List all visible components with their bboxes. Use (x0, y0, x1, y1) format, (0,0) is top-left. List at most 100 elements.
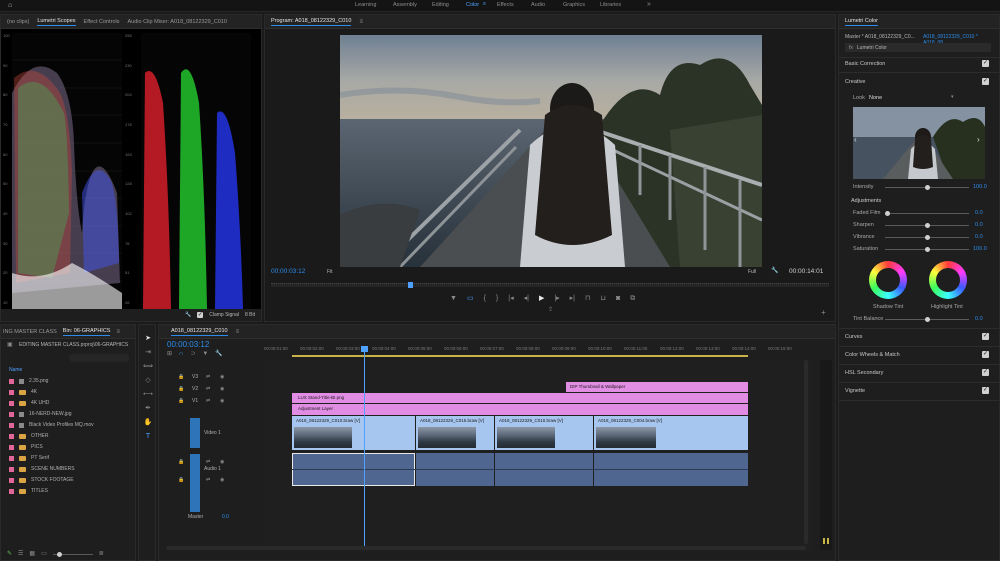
sync-lock-icon[interactable]: ⇄ (206, 459, 210, 465)
zoom-fit-select[interactable]: Fit (327, 269, 333, 275)
vibrance-slider[interactable] (885, 235, 969, 240)
lock-icon[interactable]: 🔒 (178, 477, 184, 483)
intensity-slider[interactable] (885, 185, 969, 190)
workspace-libraries[interactable]: Libraries (600, 2, 621, 8)
video-clip-3[interactable]: A018_08122329_C010.braw [V] (495, 416, 593, 450)
tab-program[interactable]: Program: A018_08122329_C010 (271, 18, 352, 26)
resolution-select[interactable]: Full (748, 269, 756, 275)
slider-knob[interactable] (925, 247, 930, 252)
export-frame-icon[interactable]: ◙ (616, 295, 620, 302)
program-current-timecode[interactable]: 00:00:03:12 (271, 268, 305, 275)
curves-checkbox[interactable]: ✓ (982, 333, 989, 340)
track-label[interactable]: V1 (192, 398, 198, 404)
list-item[interactable]: 2.35.png (9, 378, 48, 384)
slider-knob[interactable] (925, 223, 930, 228)
faded-film-value[interactable]: 0.0 (975, 210, 983, 216)
list-item[interactable]: PICS (9, 444, 43, 450)
go-to-out-icon[interactable]: ▸| (570, 295, 575, 302)
video-clip-2[interactable]: A018_08122329_C015.braw [V] (416, 416, 494, 450)
panel-menu-icon[interactable]: ≡ (236, 329, 240, 335)
list-item[interactable]: OTHER (9, 433, 49, 439)
panel-menu-icon[interactable]: ≡ (116, 329, 120, 335)
track-label[interactable]: V3 (192, 374, 198, 380)
chevron-down-icon[interactable]: ▾ (951, 95, 954, 100)
toggle-output-icon[interactable]: ◉ (220, 477, 224, 483)
list-item[interactable]: Black Video Profiles MQ.mov (9, 422, 94, 428)
v1-source-patch[interactable] (190, 418, 200, 448)
snap-icon[interactable]: ∩ (179, 351, 183, 357)
look-preview-thumbnail[interactable] (853, 107, 985, 179)
label-color-swatch[interactable] (9, 433, 14, 439)
title-clip-dip-thumbnail[interactable]: DIP Thumbnail & Wallpaper (566, 382, 748, 392)
label-color-swatch[interactable] (9, 411, 14, 417)
lock-icon[interactable]: 🔒 (178, 374, 184, 380)
saturation-value[interactable]: 100.0 (973, 246, 987, 252)
add-marker-icon[interactable]: ▼ (202, 351, 208, 357)
list-item[interactable]: SCENE NUMBERS (9, 466, 75, 472)
slider-knob[interactable] (56, 551, 62, 557)
clamp-signal-checkbox[interactable]: ✓ (197, 312, 204, 318)
name-column-header[interactable]: Name (9, 367, 22, 373)
slip-tool-icon[interactable]: ⟷ (143, 391, 153, 398)
list-item[interactable]: STOCK FOOTAGE (9, 477, 74, 483)
toggle-output-icon[interactable]: ◉ (220, 459, 224, 465)
step-forward-icon[interactable]: |▸ (554, 295, 559, 302)
tab-audio-clip-mixer[interactable]: Audio Clip Mixer: A018_08122329_C010 (128, 19, 227, 25)
tab-lumetri-color[interactable]: Lumetri Color (845, 18, 879, 26)
tab-lumetri-scopes[interactable]: Lumetri Scopes (37, 18, 76, 26)
faded-film-slider[interactable] (885, 211, 969, 216)
list-item[interactable]: 4K UHD (9, 400, 49, 406)
track-header[interactable]: 🔒 V2 ⇄ ◉ (162, 385, 262, 396)
pen-tool-icon[interactable]: ✒ (143, 405, 153, 412)
icon-view-icon[interactable]: ▦ (29, 551, 35, 557)
razor-tool-icon[interactable]: ◇ (143, 377, 153, 384)
section-color-wheels[interactable]: Color Wheels & Match (845, 352, 900, 358)
more-workspaces-icon[interactable]: » (647, 1, 651, 8)
shadow-tint-wheel[interactable] (869, 261, 907, 299)
add-marker-icon[interactable]: ▼ (450, 295, 457, 302)
highlight-tint-wheel[interactable] (929, 261, 967, 299)
adjustment-layer-clip[interactable]: Adjustment Layer (292, 404, 748, 415)
workspace-audio[interactable]: Audio (531, 2, 545, 8)
go-to-in-icon[interactable]: |◂ (508, 295, 513, 302)
type-tool-icon[interactable]: T (143, 433, 153, 440)
playhead-handle[interactable] (361, 346, 368, 352)
a1-source-patch[interactable] (190, 454, 200, 512)
label-color-swatch[interactable] (9, 466, 14, 472)
play-icon[interactable]: ▶ (539, 295, 544, 302)
list-item[interactable]: 4K (9, 389, 37, 395)
list-item[interactable]: 16-NERD-NEW.jpg (9, 411, 72, 417)
tab-sequence[interactable]: A018_08122329_C010 (171, 328, 228, 336)
step-back-icon[interactable]: ◂| (524, 295, 529, 302)
hand-tool-icon[interactable]: ✋ (143, 419, 153, 426)
tab-bin-graphics[interactable]: Bin: 06-GRAPHICS (62, 328, 111, 336)
slider-knob[interactable] (925, 185, 930, 190)
workspace-menu-icon[interactable]: ≡ (483, 2, 486, 7)
section-hsl-secondary[interactable]: HSL Secondary (845, 370, 883, 376)
ripple-edit-tool-icon[interactable]: ⟺ (143, 363, 153, 370)
workspace-editing[interactable]: Editing (432, 2, 449, 8)
effect-select[interactable]: fx Lumetri Color (845, 43, 991, 52)
video-clip-4[interactable]: A018_08122329_C004.braw [V] (594, 416, 748, 450)
toggle-output-icon[interactable]: ◉ (220, 398, 224, 404)
section-curves[interactable]: Curves (845, 334, 862, 340)
pencil-icon[interactable]: ✎ (7, 551, 12, 557)
freeform-view-icon[interactable]: ▭ (41, 551, 47, 557)
timeline-playhead[interactable] (364, 346, 365, 546)
lift-icon[interactable]: ⊓ (585, 295, 590, 302)
panel-menu-icon[interactable]: ≡ (359, 19, 363, 25)
vignette-checkbox[interactable]: ✓ (982, 387, 989, 394)
track-header[interactable]: 🔒 V3 ⇄ ◉ (162, 373, 262, 384)
sync-lock-icon[interactable]: ⇄ (206, 386, 210, 392)
bin-search-input[interactable] (69, 354, 129, 362)
video-clip-1[interactable]: A018_08122329_C010.braw [V] (292, 416, 415, 450)
work-area-bar[interactable] (292, 355, 748, 357)
slider-knob[interactable] (925, 235, 930, 240)
sort-icon[interactable]: ≣ (99, 551, 104, 557)
mark-in-icon[interactable]: { (484, 295, 486, 302)
settings-wrench-icon[interactable]: 🔧 (771, 268, 778, 274)
lock-icon[interactable]: 🔒 (178, 459, 184, 465)
sync-lock-icon[interactable]: ⇄ (206, 477, 210, 483)
workspace-assembly[interactable]: Assembly (393, 2, 417, 8)
mark-out-icon[interactable]: } (496, 295, 498, 302)
